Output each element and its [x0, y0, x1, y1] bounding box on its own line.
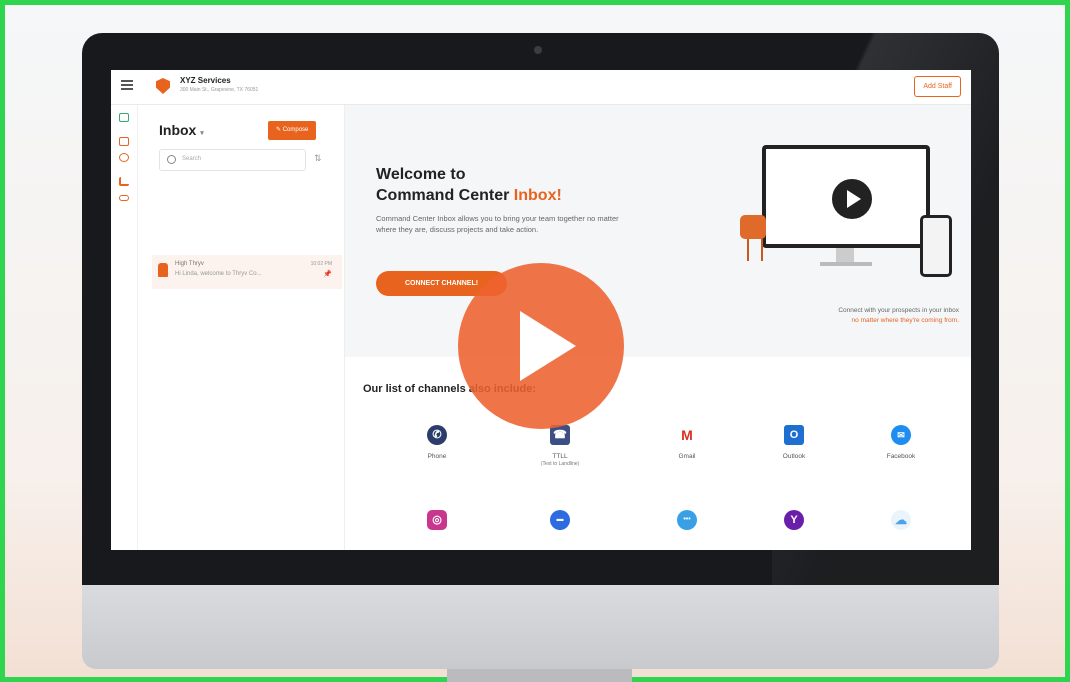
channel-phone[interactable]: ✆ Phone [392, 425, 482, 461]
link-icon[interactable] [119, 195, 129, 201]
bucket-icon[interactable] [119, 113, 129, 122]
caption-line2: no matter where they're coming from. [851, 317, 959, 324]
channel-label: Outlook [782, 453, 806, 460]
channel-cloud[interactable]: ☁ [856, 510, 946, 530]
mini-play-icon[interactable] [830, 177, 874, 221]
channel-outlook[interactable]: O Outlook [749, 425, 839, 461]
phone-icon: ✆ [427, 425, 447, 445]
welcome-hero: Welcome to Command Center Inbox! Command… [345, 105, 971, 357]
channel-yahoo[interactable]: Y [749, 510, 839, 530]
phone-rail-icon[interactable] [119, 177, 129, 186]
channel-instagram[interactable]: ◎ [392, 510, 482, 530]
welcome-heading-prefix: Command Center [376, 187, 514, 204]
compose-label: Compose [282, 127, 309, 133]
channel-label: Facebook [886, 453, 916, 460]
channel-facebook[interactable]: ✉ Facebook [856, 425, 946, 461]
inbox-title[interactable]: Inbox ▾ [159, 122, 204, 138]
sort-icon[interactable]: ⇅ [314, 153, 322, 164]
chat-bubble-icon: ▬ [550, 510, 570, 530]
illustration-base [820, 262, 872, 266]
mascot-avatar [158, 263, 168, 277]
add-staff-button[interactable]: Add Staff [914, 76, 961, 97]
message-time: 10:02 PM [310, 261, 332, 267]
monitor-stand [447, 669, 632, 682]
welcome-heading-line1: Welcome to [376, 166, 466, 183]
illustration-stand [836, 248, 854, 262]
inbox-illustration [740, 145, 955, 285]
cloud-icon: ☁ [891, 510, 911, 530]
camera-icon [534, 46, 542, 54]
search-input[interactable]: Search [159, 149, 306, 171]
monitor-chin [82, 585, 999, 669]
outlook-icon: O [784, 425, 804, 445]
instagram-icon: ◎ [427, 510, 447, 530]
pin-icon[interactable]: 📌 [323, 270, 332, 278]
play-icon [520, 311, 576, 381]
yahoo-icon: Y [784, 510, 804, 530]
channel-label: TTLL [552, 453, 568, 460]
chevron-down-icon[interactable]: ▾ [200, 130, 204, 137]
mail-icon[interactable] [119, 137, 129, 146]
message-sender: High Thryv [175, 261, 204, 267]
channel-webchat[interactable]: ••• [642, 510, 732, 530]
message-list-item[interactable]: High Thryv 10:02 PM Hi Linda, welcome to… [152, 255, 342, 289]
channel-ttll[interactable]: ☎ TTLL (Text to Landline) [515, 425, 605, 467]
main-panel: Welcome to Command Center Inbox! Command… [345, 105, 971, 550]
messenger-icon: ✉ [891, 425, 911, 445]
company-address: 300 Main St., Grapevine, TX 76051 [180, 87, 259, 93]
shield-logo-icon [156, 78, 170, 94]
channel-sublabel: (Text to Landline) [540, 461, 580, 467]
company-name: XYZ Services [180, 76, 231, 85]
illustration-monitor [762, 145, 930, 248]
gmail-icon: M [677, 425, 697, 445]
search-icon [167, 155, 176, 164]
webchat-icon: ••• [677, 510, 697, 530]
message-preview: Hi Linda, welcome to Thryv Co... [175, 271, 262, 277]
connect-caption: Connect with your prospects in your inbo… [838, 306, 959, 326]
channel-label: Gmail [678, 453, 696, 460]
inbox-title-label: Inbox [159, 122, 197, 138]
channel-label: Phone [427, 453, 447, 460]
top-bar: XYZ Services 300 Main St., Grapevine, TX… [111, 70, 971, 105]
mascot-icon [740, 215, 766, 239]
compose-button[interactable]: ✎ Compose [268, 121, 317, 140]
inbox-list-pane: Inbox ▾ ✎ Compose Search ⇅ High Thryv 10… [138, 105, 345, 550]
video-play-button[interactable] [458, 263, 624, 429]
channel-gmail[interactable]: M Gmail [642, 425, 732, 461]
mascot-legs [747, 239, 763, 261]
welcome-description: Command Center Inbox allows you to bring… [376, 214, 619, 234]
caption-line1: Connect with your prospects in your inbo… [838, 307, 959, 314]
illustration-phone [920, 215, 952, 277]
channel-chat[interactable]: ▬ [515, 510, 605, 530]
welcome-heading-line2: Command Center Inbox! [376, 187, 562, 205]
welcome-heading-highlight: Inbox! [513, 187, 562, 204]
chat-icon[interactable] [119, 153, 129, 162]
search-placeholder: Search [182, 156, 202, 162]
icon-rail [111, 105, 138, 550]
hamburger-menu-icon[interactable] [121, 80, 133, 90]
